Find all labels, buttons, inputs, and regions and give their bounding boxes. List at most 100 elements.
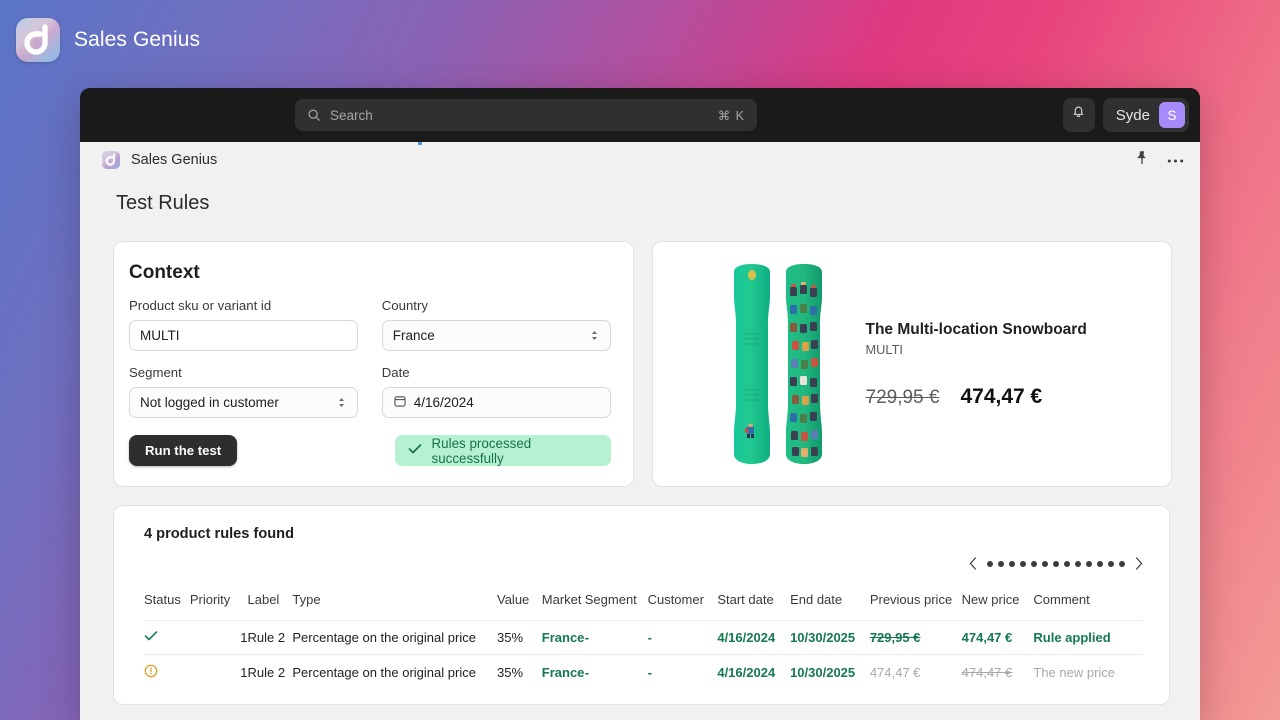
pagination-dot[interactable] bbox=[1031, 560, 1037, 567]
table-row[interactable]: 1 Rule 2 Percentage on the original price 3… bbox=[144, 620, 1143, 655]
pagination-dot[interactable] bbox=[1075, 560, 1081, 567]
cell-start-date: 4/16/2024 bbox=[717, 620, 791, 655]
search-placeholder: Search bbox=[330, 107, 373, 123]
country-select[interactable]: France bbox=[381, 320, 611, 351]
page-title: Test Rules bbox=[116, 192, 210, 214]
brand-name: Sales Genius bbox=[74, 28, 201, 51]
bell-icon bbox=[1071, 105, 1086, 125]
product-rules-card: 4 product rules found Status Priority La… bbox=[113, 505, 1170, 705]
cell-market: France bbox=[541, 620, 585, 655]
top-navigation-bar: Search ⌘ K Syde S bbox=[80, 88, 1200, 142]
cell-segment: - bbox=[584, 620, 648, 655]
cell-new-price: 474,47 € bbox=[961, 654, 1034, 690]
pagination-dot[interactable] bbox=[1086, 560, 1092, 567]
cell-status bbox=[144, 620, 190, 655]
column-comment: Comment bbox=[1033, 592, 1090, 607]
user-name: Syde bbox=[1115, 106, 1150, 124]
app-window: Search ⌘ K Syde S Sales Genius Test Rule… bbox=[80, 88, 1200, 720]
segment-field-group: Segment Not logged in customer bbox=[129, 365, 358, 418]
main-content: Context Product sku or variant id MULTI … bbox=[80, 215, 1200, 705]
pagination-dots[interactable] bbox=[987, 560, 1125, 567]
app-header-title: Sales Genius bbox=[131, 152, 218, 168]
pagination-dot[interactable] bbox=[1042, 560, 1048, 567]
pagination-dot[interactable] bbox=[1020, 560, 1026, 567]
chevron-right-icon[interactable] bbox=[1135, 557, 1143, 570]
product-name: The Multi-location Snowboard bbox=[865, 321, 1087, 338]
embedded-app-frame: Sales Genius Test Rules Context Product … bbox=[80, 142, 1200, 720]
app-header: Sales Genius bbox=[80, 142, 1200, 178]
notifications-button[interactable] bbox=[1062, 98, 1095, 132]
cell-priority: 1 bbox=[189, 654, 248, 690]
run-the-test-button[interactable]: Run the test bbox=[129, 435, 238, 466]
more-horizontal-icon bbox=[1167, 151, 1184, 169]
cell-start-date: 4/16/2024 bbox=[717, 654, 791, 690]
cell-segment: - bbox=[584, 654, 648, 690]
check-icon bbox=[144, 630, 158, 642]
loading-indicator bbox=[418, 142, 422, 145]
pagination-dot[interactable] bbox=[1009, 560, 1015, 567]
product-info: The Multi-location Snowboard MULTI 729,9… bbox=[866, 319, 1152, 409]
segment-select[interactable]: Not logged in customer bbox=[129, 387, 358, 418]
pagination-dot[interactable] bbox=[987, 560, 993, 567]
pagination-dot[interactable] bbox=[1119, 560, 1125, 567]
column-customer: Customer bbox=[647, 592, 704, 607]
search-input[interactable]: Search ⌘ K bbox=[295, 99, 757, 131]
pagination-dot[interactable] bbox=[998, 560, 1004, 567]
user-menu-button[interactable]: Syde S bbox=[1102, 98, 1189, 132]
date-field-group: Date 4/16/2024 bbox=[381, 365, 611, 418]
column-new-price: New price bbox=[961, 592, 1020, 607]
segment-label: Segment bbox=[129, 365, 182, 380]
pin-button[interactable] bbox=[1131, 149, 1153, 171]
column-market: Market bbox=[541, 592, 582, 607]
cell-previous-price: 474,47 € bbox=[869, 654, 962, 690]
column-status: Status bbox=[144, 592, 181, 607]
snowboard-pair-image bbox=[730, 261, 826, 467]
country-value: France bbox=[392, 328, 435, 343]
app-icon bbox=[102, 151, 120, 169]
top-right-controls: Syde S bbox=[1062, 98, 1189, 132]
chevron-up-down-icon bbox=[589, 328, 600, 343]
sku-input[interactable]: MULTI bbox=[129, 320, 358, 351]
context-card: Context Product sku or variant id MULTI … bbox=[113, 241, 634, 487]
product-card: The Multi-location Snowboard MULTI 729,9… bbox=[651, 241, 1172, 487]
sku-field-group: Product sku or variant id MULTI bbox=[129, 298, 358, 351]
cell-type: Percentage on the original price bbox=[292, 620, 497, 655]
cell-priority: 1 bbox=[189, 620, 248, 655]
product-price-row: 729,95 € 474,47 € bbox=[866, 385, 1152, 409]
pagination-dot[interactable] bbox=[1064, 560, 1070, 567]
cell-label: Rule 2 bbox=[247, 620, 293, 655]
cell-comment: The new price bbox=[1033, 654, 1143, 690]
avatar: S bbox=[1159, 102, 1185, 128]
pagination-dot[interactable] bbox=[1053, 560, 1059, 567]
pagination-dot[interactable] bbox=[1097, 560, 1103, 567]
pagination-dot[interactable] bbox=[1108, 560, 1114, 567]
chevron-left-icon[interactable] bbox=[969, 557, 977, 570]
sales-genius-logo-icon bbox=[16, 18, 60, 62]
date-label: Date bbox=[381, 365, 410, 380]
search-icon bbox=[307, 108, 321, 122]
search-shortcut-hint: ⌘ K bbox=[717, 108, 745, 123]
alert-circle-icon bbox=[144, 664, 158, 678]
more-options-button[interactable] bbox=[1164, 149, 1186, 171]
top-cards-row: Context Product sku or variant id MULTI … bbox=[113, 241, 1172, 487]
table-row[interactable]: 1 Rule 2 Percentage on the original price 3… bbox=[144, 654, 1143, 690]
context-card-title: Context bbox=[129, 262, 200, 283]
pin-icon bbox=[1135, 150, 1149, 170]
cell-previous-price: 729,95 € bbox=[869, 620, 962, 655]
status-toast: Rules processed successfully bbox=[394, 435, 611, 466]
date-input[interactable]: 4/16/2024 bbox=[381, 387, 611, 418]
cell-comment: Rule applied bbox=[1033, 620, 1143, 655]
column-segment: Segment bbox=[584, 592, 637, 607]
country-field-group: Country France bbox=[381, 298, 611, 351]
product-sku: MULTI bbox=[865, 342, 903, 357]
cell-new-price: 474,47 € bbox=[961, 620, 1034, 655]
column-start-date: Start date bbox=[717, 592, 774, 607]
check-icon bbox=[408, 443, 422, 458]
column-end-date: End date bbox=[790, 592, 843, 607]
cell-status bbox=[144, 654, 190, 690]
cell-market: France bbox=[541, 654, 585, 690]
cell-end-date: 10/30/2025 bbox=[790, 620, 870, 655]
product-new-price: 474,47 € bbox=[960, 385, 1043, 408]
column-type: Type bbox=[292, 592, 321, 607]
rules-found-label: 4 product rules found bbox=[144, 526, 294, 542]
